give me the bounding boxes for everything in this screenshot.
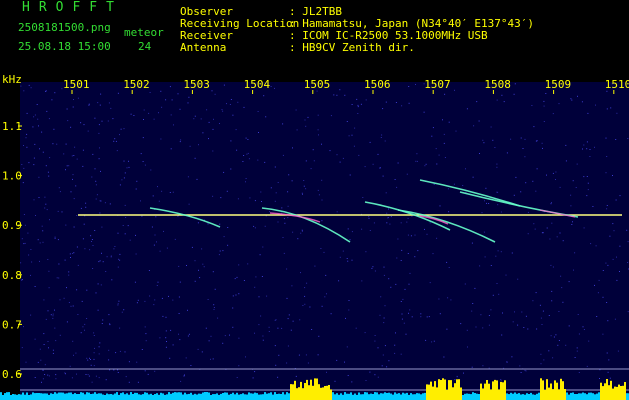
y-unit-label: kHz — [2, 73, 22, 86]
meteor-label: meteor — [124, 26, 164, 39]
y-tick-label: 0.9 — [2, 219, 22, 232]
x-tick-label: 1503 — [183, 78, 210, 91]
image-filename: 2508181500.png — [18, 21, 111, 34]
x-tick-label: 1502 — [123, 78, 150, 91]
spectrogram-canvas: 1501 1502 1503 1504 1505 1506 1507 1508 1509 1510… — [0, 73, 629, 400]
header-panel: HROFFT 2508181500.png 25.08.18 15:00 met… — [0, 0, 629, 72]
y-tick-label: 0.8 — [2, 269, 22, 282]
x-tick-label: 1504 — [244, 78, 271, 91]
x-tick-label: 1507 — [424, 78, 451, 91]
x-tick-label: 1506 — [364, 78, 391, 91]
x-tick-label: 1508 — [484, 78, 511, 91]
app-title: HROFFT — [22, 0, 123, 15]
y-tick-label: 1.1 — [2, 120, 22, 133]
y-tick-label: 0.6 — [2, 368, 22, 381]
x-tick-label: 1509 — [545, 78, 572, 91]
x-tick-label: 1505 — [304, 78, 331, 91]
x-tick-label: 1510 — [605, 78, 629, 91]
y-tick-label: 0.7 — [2, 318, 22, 331]
meteor-count: 24 — [138, 40, 152, 53]
spectrogram-panel: 1501 1502 1503 1504 1505 1506 1507 1508 1509 1510… — [0, 72, 629, 400]
spectrogram-background — [20, 82, 629, 400]
y-tick-label: 1.0 — [2, 170, 22, 183]
antenna-label: Antenna — [180, 41, 227, 54]
x-tick-label: 1501 — [63, 78, 90, 91]
observation-datetime: 25.08.18 15:00 — [18, 40, 111, 53]
antenna-value: : HB9CV Zenith dir. — [289, 41, 415, 54]
